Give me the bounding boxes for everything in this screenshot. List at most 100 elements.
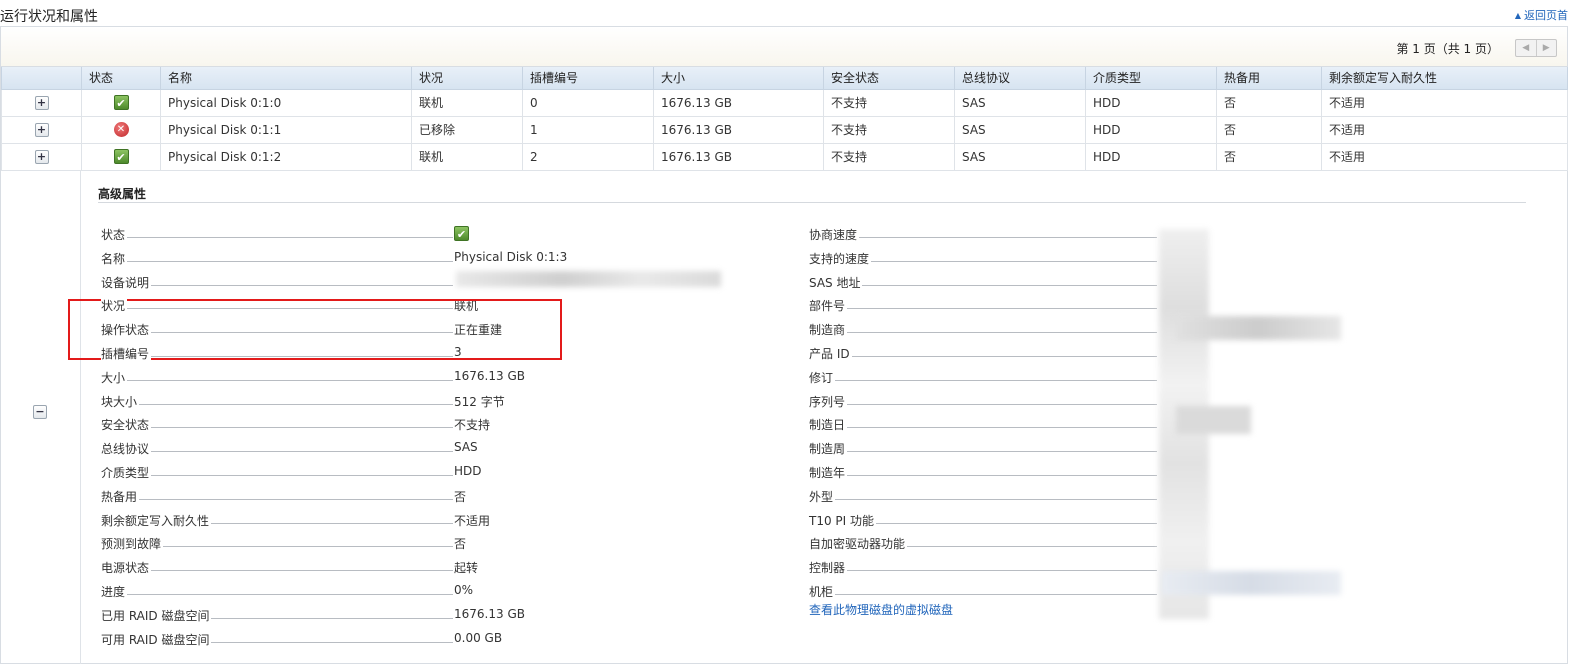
- column-header-hot-spare[interactable]: 热备用: [1216, 67, 1322, 90]
- advanced-properties-title: 高级属性: [98, 187, 147, 201]
- leader-line: [809, 355, 1157, 357]
- disk-name-cell: Physical Disk 0:1:2: [160, 142, 412, 171]
- property-value: 0.00 GB: [454, 630, 503, 645]
- disk-size-cell: 1676.13 GB: [653, 115, 824, 144]
- property-label: 块大小: [101, 392, 140, 410]
- column-header-bus-protocol[interactable]: 总线协议: [954, 67, 1086, 90]
- leader-line: [809, 427, 1157, 429]
- property-label: 状况: [101, 297, 128, 315]
- property-label: 设备说明: [101, 273, 152, 291]
- previous-page-button[interactable]: ◀: [1516, 40, 1536, 56]
- disk-state-cell: 联机: [411, 142, 523, 171]
- property-label: 插槽编号: [101, 344, 152, 362]
- column-header-slot[interactable]: 插槽编号: [522, 67, 654, 90]
- column-header-size[interactable]: 大小: [653, 67, 824, 90]
- leader-line: [809, 474, 1157, 476]
- status-ok-icon: ✔: [113, 95, 129, 110]
- disk-endurance-cell: 不适用: [1321, 115, 1568, 144]
- expand-row-button[interactable]: +: [34, 123, 49, 137]
- leader-line: [809, 403, 1157, 405]
- disk-endurance-cell: 不适用: [1321, 88, 1568, 117]
- column-header-status[interactable]: 状态: [81, 67, 161, 90]
- property-label: 介质类型: [101, 463, 152, 481]
- view-virtual-disks-link[interactable]: 查看此物理磁盘的虚拟磁盘: [809, 601, 953, 618]
- disk-security-cell: 不支持: [823, 142, 955, 171]
- leader-line: [809, 498, 1157, 500]
- property-label: 机柜: [809, 582, 836, 600]
- disk-media-cell: HDD: [1085, 115, 1217, 144]
- property-label: 修订: [809, 368, 836, 386]
- disk-slot-cell: 2: [522, 142, 654, 171]
- disk-name-cell: Physical Disk 0:1:0: [160, 88, 412, 117]
- property-value: 否: [454, 489, 467, 504]
- pager-bar: 第 1 页（共 1 页） ◀ ▶: [1, 27, 1567, 67]
- property-value: 1676.13 GB: [454, 368, 525, 383]
- property-label: 剩余额定写入耐久性: [101, 511, 212, 529]
- property-value: SAS: [454, 440, 478, 455]
- physical-disk-table: 状态 名称 状况 插槽编号 大小 安全状态 总线协议 介质类型 热备用 剩余额定…: [1, 67, 1568, 171]
- property-value: HDD: [454, 463, 482, 478]
- column-header-security[interactable]: 安全状态: [823, 67, 955, 90]
- property-label: 热备用: [101, 487, 140, 505]
- disk-hotspare-cell: 否: [1216, 88, 1322, 117]
- redacted-area: [1176, 316, 1341, 340]
- disk-size-cell: 1676.13 GB: [653, 142, 824, 171]
- leader-line: [101, 570, 453, 572]
- disk-state-cell: 已移除: [411, 115, 523, 144]
- disk-slot-cell: 1: [522, 115, 654, 144]
- back-to-top-link[interactable]: ▲ 返回页首: [1515, 7, 1568, 23]
- disk-bus-cell: SAS: [954, 88, 1086, 117]
- status-ok-icon: ✔: [113, 149, 129, 164]
- property-label: 产品 ID: [809, 344, 852, 362]
- table-row: + ✕ Physical Disk 0:1:1 已移除 1 1676.13 GB…: [1, 115, 1568, 144]
- column-header-name[interactable]: 名称: [160, 67, 412, 90]
- back-to-top-label: 返回页首: [1524, 9, 1568, 22]
- disk-hotspare-cell: 否: [1216, 115, 1322, 144]
- property-label: 已用 RAID 磁盘空间: [101, 606, 212, 624]
- disk-security-cell: 不支持: [823, 115, 955, 144]
- property-label: 大小: [101, 368, 128, 386]
- expand-row-button[interactable]: +: [34, 96, 49, 110]
- disk-state-cell: 联机: [411, 88, 523, 117]
- column-header-endurance[interactable]: 剩余额定写入耐久性: [1321, 67, 1568, 90]
- disk-size-cell: 1676.13 GB: [653, 88, 824, 117]
- page-title: 运行状况和属性: [0, 9, 98, 25]
- leader-line: [809, 332, 1157, 334]
- column-header-state[interactable]: 状况: [411, 67, 523, 90]
- disk-media-cell: HDD: [1085, 88, 1217, 117]
- leader-line: [809, 237, 1157, 238]
- status-error-icon: ✕: [113, 122, 129, 137]
- collapse-row-button[interactable]: −: [33, 405, 47, 419]
- property-value: 512 字节: [454, 394, 505, 409]
- property-label: 制造年: [809, 463, 848, 481]
- next-page-button[interactable]: ▶: [1535, 40, 1557, 56]
- detail-gutter: −: [1, 171, 81, 664]
- expand-row-button[interactable]: +: [34, 150, 49, 164]
- leader-line: [101, 284, 453, 286]
- property-value: Physical Disk 0:1:3: [454, 249, 568, 264]
- status-ok-icon: ✔: [454, 226, 469, 241]
- property-label: 部件号: [809, 297, 848, 315]
- disk-media-cell: HDD: [1085, 142, 1217, 171]
- property-label: 预测到故障: [101, 535, 164, 553]
- property-label: 可用 RAID 磁盘空间: [101, 630, 212, 648]
- page-indicator: 第 1 页（共 1 页）: [1396, 42, 1499, 56]
- disk-security-cell: 不支持: [823, 88, 955, 117]
- column-header-media-type[interactable]: 介质类型: [1085, 67, 1217, 90]
- pager-buttons: ◀ ▶: [1515, 39, 1557, 57]
- property-label: 制造日: [809, 416, 848, 434]
- disk-slot-cell: 0: [522, 88, 654, 117]
- property-value: 1676.13 GB: [454, 606, 525, 621]
- leader-line: [809, 379, 1157, 381]
- leader-line: [101, 403, 453, 405]
- table-row: + ✔ Physical Disk 0:1:2 联机 2 1676.13 GB …: [1, 142, 1568, 171]
- property-label: 状态: [101, 226, 128, 243]
- property-label: SAS 地址: [809, 273, 863, 291]
- leader-line: [101, 451, 453, 453]
- property-label: 外型: [809, 487, 836, 505]
- property-label: 制造商: [809, 321, 848, 339]
- property-label: 序列号: [809, 392, 848, 410]
- leader-line: [809, 451, 1157, 453]
- leader-line: [809, 570, 1157, 572]
- leader-line: [101, 260, 453, 262]
